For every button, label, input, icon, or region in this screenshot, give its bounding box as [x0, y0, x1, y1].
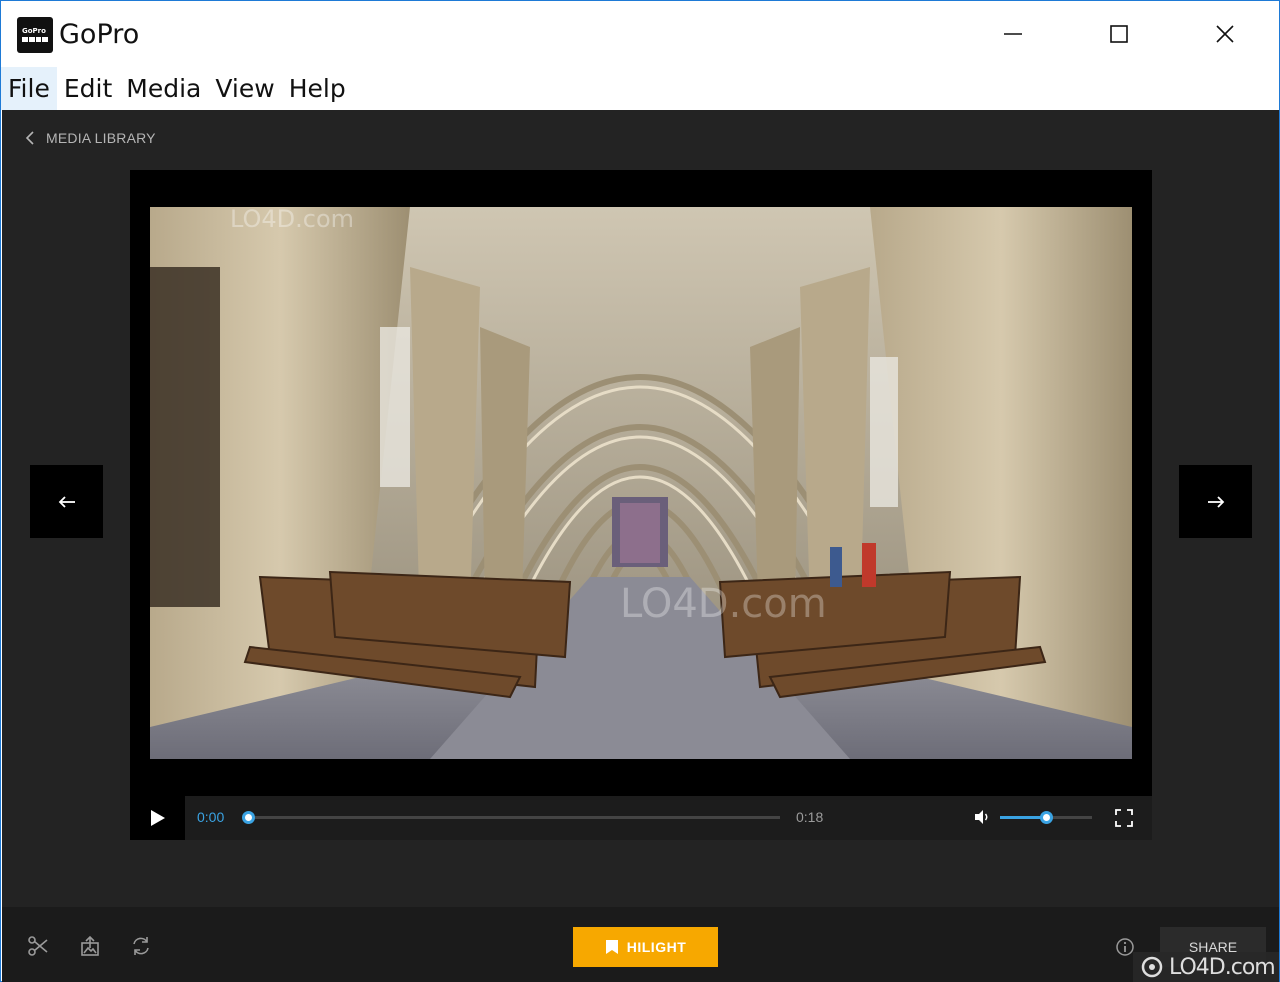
back-to-media-library[interactable]: MEDIA LIBRARY	[24, 130, 156, 146]
app-content: MEDIA LIBRARY LO4D.com LO4D.com 0:00 0:1…	[2, 110, 1279, 982]
close-icon	[1216, 25, 1234, 43]
seek-bar[interactable]	[242, 811, 780, 824]
minimize-icon	[1004, 33, 1022, 35]
cathedral-interior-image: LO4D.com LO4D.com	[150, 207, 1132, 759]
hilight-button[interactable]: HILIGHT	[573, 927, 718, 967]
minimize-button[interactable]	[960, 1, 1066, 67]
gopro-logo-icon: GoPro	[17, 17, 53, 53]
close-button[interactable]	[1172, 1, 1278, 67]
arrow-right-icon	[1207, 495, 1224, 508]
volume-handle[interactable]	[1040, 811, 1053, 824]
back-label: MEDIA LIBRARY	[46, 130, 156, 146]
video-watermark-top: LO4D.com	[230, 207, 354, 233]
rotate-icon[interactable]	[130, 935, 152, 957]
hilight-label: HILIGHT	[626, 939, 687, 955]
volume-slider[interactable]	[1000, 811, 1092, 824]
menu-view[interactable]: View	[208, 67, 281, 110]
chevron-left-icon	[25, 131, 34, 145]
lo4d-watermark: LO4D.com	[1133, 952, 1279, 982]
arrow-left-icon	[58, 495, 75, 508]
video-watermark-center: LO4D.com	[620, 581, 827, 627]
previous-media-button[interactable]	[30, 465, 103, 538]
logo-text: GoPro	[22, 27, 46, 35]
menu-bar: File Edit Media View Help	[1, 67, 1279, 110]
menu-help[interactable]: Help	[282, 67, 353, 110]
window-title: GoPro	[59, 19, 140, 50]
video-frame[interactable]: LO4D.com LO4D.com	[150, 207, 1132, 759]
fullscreen-icon[interactable]	[1115, 809, 1133, 827]
next-media-button[interactable]	[1179, 465, 1252, 538]
volume-icon[interactable]	[973, 808, 991, 826]
duration: 0:18	[796, 809, 824, 825]
hilight-tag-icon	[605, 940, 618, 954]
lo4d-logo-icon	[1141, 956, 1163, 978]
info-icon[interactable]	[1115, 937, 1135, 957]
title-bar[interactable]: GoPro GoPro	[1, 1, 1279, 67]
seek-handle[interactable]	[242, 811, 255, 824]
video-player[interactable]: LO4D.com LO4D.com	[130, 170, 1152, 796]
app-window: GoPro GoPro File Edit Media View Help ME…	[0, 0, 1280, 982]
menu-file[interactable]: File	[1, 67, 57, 110]
menu-edit[interactable]: Edit	[57, 67, 119, 110]
trim-scissors-icon[interactable]	[27, 935, 49, 957]
play-button[interactable]	[130, 796, 185, 840]
current-time: 0:00	[197, 809, 225, 825]
maximize-button[interactable]	[1066, 1, 1172, 67]
export-frame-icon[interactable]	[79, 935, 101, 957]
bottom-toolbar: HILIGHT SHARE	[2, 907, 1279, 982]
play-icon	[150, 810, 165, 826]
menu-media[interactable]: Media	[119, 67, 208, 110]
playback-controls: 0:00 0:18	[130, 796, 1152, 840]
maximize-icon	[1110, 25, 1128, 43]
watermark-text: LO4D.com	[1169, 954, 1276, 980]
